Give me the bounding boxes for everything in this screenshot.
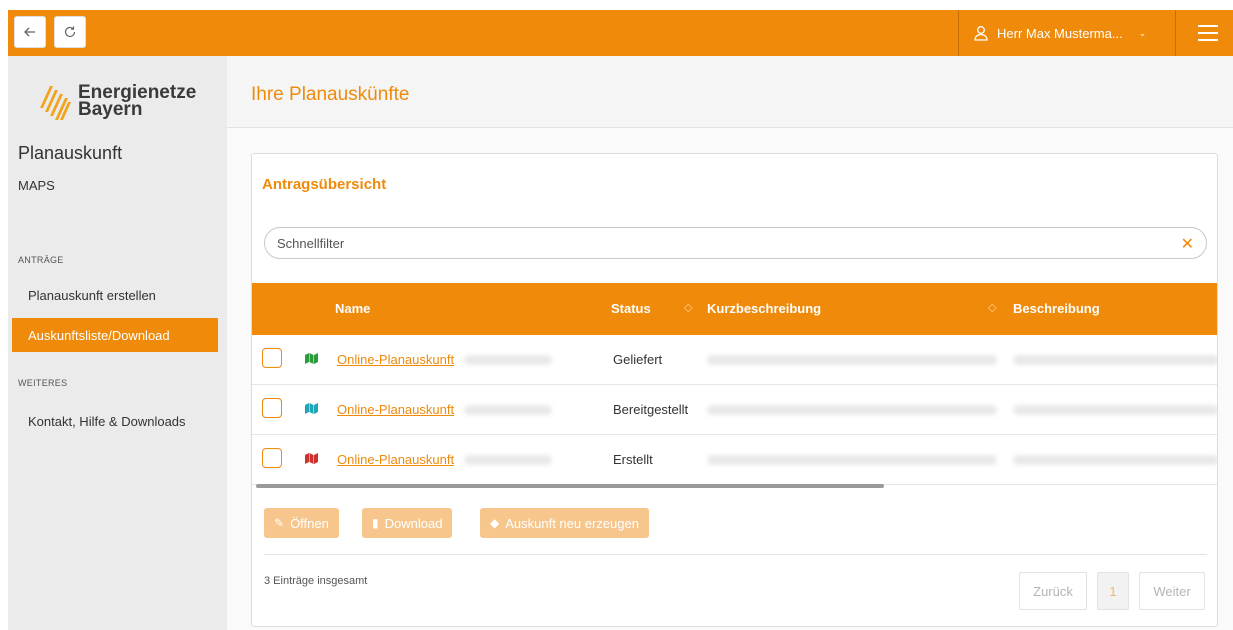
sidebar-item-contact[interactable]: Kontakt, Hilfe & Downloads: [12, 404, 218, 438]
redacted-description: [1013, 355, 1217, 365]
row-name-link[interactable]: Online-Planauskunft: [337, 402, 454, 417]
sidebar-item-create[interactable]: Planauskunft erstellen: [12, 278, 218, 312]
open-button[interactable]: ✎ Öffnen: [264, 508, 339, 538]
redacted-description: [1013, 455, 1217, 465]
request-overview-panel: Antragsübersicht Schnellfilter ✕ Name St…: [251, 153, 1218, 627]
user-menu[interactable]: Herr Max Musterma... ⌄: [958, 10, 1176, 56]
redacted-short-description: [707, 355, 997, 365]
sidebar-item-list-download[interactable]: Auskunftsliste/Download: [12, 318, 218, 352]
section-weiteres: WEITERES: [18, 378, 68, 388]
table-row[interactable]: Online-Planauskunft Bereitgestellt: [252, 385, 1217, 435]
regenerate-button-label: Auskunft neu erzeugen: [505, 515, 639, 531]
pagination-page-1[interactable]: 1: [1097, 572, 1129, 610]
sort-icon[interactable]: ◇: [684, 301, 692, 314]
top-bar: Herr Max Musterma... ⌄: [8, 10, 1233, 56]
arrow-left-icon: [24, 27, 35, 37]
hamburger-menu-button[interactable]: [1193, 20, 1223, 46]
column-header-status[interactable]: Status: [611, 301, 651, 316]
page-header: Ihre Planauskünfte: [227, 56, 1233, 128]
row-checkbox[interactable]: [262, 398, 282, 418]
user-icon: [974, 26, 988, 41]
maps-link[interactable]: MAPS: [18, 178, 55, 193]
sidebar: Energienetze Bayern Planauskunft MAPS AN…: [8, 56, 227, 630]
file-icon: ▮: [372, 516, 379, 530]
logo[interactable]: Energienetze Bayern: [36, 76, 196, 126]
logo-mark-icon: [40, 86, 71, 120]
row-status: Geliefert: [613, 352, 663, 367]
row-status: Bereitgestellt: [613, 402, 689, 417]
row-name-link[interactable]: Online-Planauskunft: [337, 352, 454, 367]
row-name-link[interactable]: Online-Planauskunft: [337, 452, 454, 467]
hamburger-menu-icon: [1198, 25, 1218, 41]
redacted-short-description: [707, 455, 997, 465]
download-button-label: Download: [384, 515, 443, 531]
redacted-short-description: [707, 405, 997, 415]
user-name: Herr Max Musterma...: [997, 25, 1123, 41]
redacted-id: [464, 455, 552, 465]
back-button[interactable]: [14, 16, 46, 48]
table-header: Name Status ◇ Kurzbeschreibung ◇ Beschre…: [252, 283, 1217, 335]
column-header-short-description[interactable]: Kurzbeschreibung: [707, 301, 821, 316]
map-icon: [305, 453, 318, 464]
reload-icon: [64, 26, 76, 38]
divider: [264, 554, 1207, 555]
table-row[interactable]: Online-Planauskunft Erstellt: [252, 435, 1217, 485]
map-icon: ◆: [490, 516, 500, 530]
map-icon: [305, 403, 318, 414]
logo-line-2: Bayern: [78, 99, 143, 120]
row-checkbox[interactable]: [262, 348, 282, 368]
total-entries: 3 Einträge insgesamt: [264, 575, 368, 587]
section-antraege: ANTRÄGE: [18, 255, 64, 265]
horizontal-scrollbar[interactable]: [256, 484, 884, 488]
download-button[interactable]: ▮ Download: [362, 508, 453, 538]
quick-filter-input[interactable]: Schnellfilter ✕: [264, 227, 1207, 259]
redacted-description: [1013, 405, 1217, 415]
column-header-name[interactable]: Name: [335, 301, 370, 316]
regenerate-button[interactable]: ◆ Auskunft neu erzeugen: [480, 508, 649, 538]
pencil-icon: ✎: [274, 516, 285, 530]
sort-icon[interactable]: ◇: [988, 301, 996, 314]
pagination-next[interactable]: Weiter: [1139, 572, 1205, 610]
table-row[interactable]: Online-Planauskunft Geliefert: [252, 335, 1217, 385]
row-status: Erstellt: [613, 452, 653, 467]
filter-placeholder: Schnellfilter: [277, 235, 345, 251]
app-title: Planauskunft: [18, 143, 123, 163]
clear-icon[interactable]: ✕: [1181, 234, 1194, 254]
row-checkbox[interactable]: [262, 448, 282, 468]
pagination-prev[interactable]: Zurück: [1019, 572, 1087, 610]
redacted-id: [464, 405, 552, 415]
map-icon: [305, 353, 318, 364]
panel-title: Antragsübersicht: [262, 176, 387, 193]
page-title: Ihre Planauskünfte: [251, 84, 410, 105]
open-button-label: Öffnen: [290, 515, 329, 531]
redacted-id: [464, 355, 552, 365]
reload-button[interactable]: [54, 16, 86, 48]
chevron-down-icon: ⌄: [1138, 27, 1147, 38]
logo-text: Energienetze Bayern: [78, 83, 196, 120]
column-header-description[interactable]: Beschreibung: [1013, 301, 1100, 316]
